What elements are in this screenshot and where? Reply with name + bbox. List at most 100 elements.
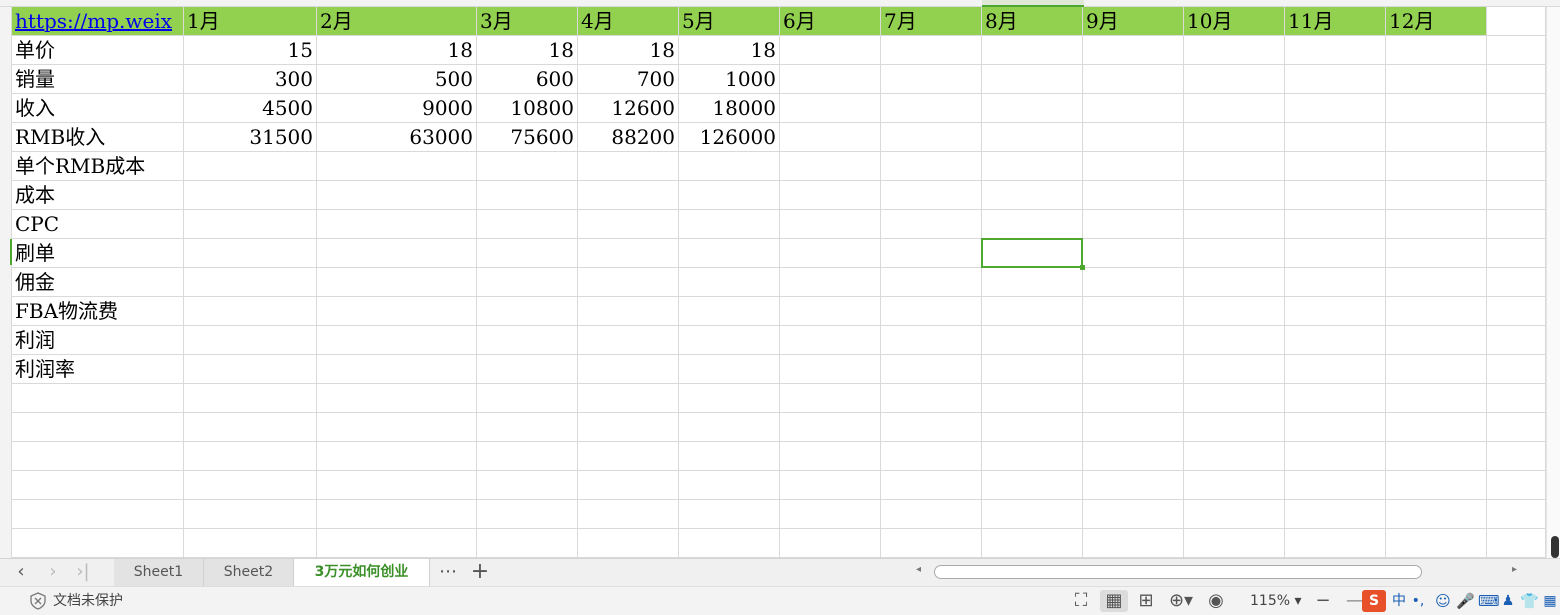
empty-cell[interactable] bbox=[578, 326, 679, 355]
empty-cell[interactable] bbox=[679, 152, 780, 181]
header-month-cell[interactable]: 12月 bbox=[1386, 7, 1487, 36]
empty-cell[interactable] bbox=[1083, 268, 1184, 297]
ime-chinese-mode-icon[interactable]: 中 bbox=[1390, 590, 1408, 612]
empty-cell[interactable] bbox=[578, 152, 679, 181]
value-cell[interactable]: 15 bbox=[184, 36, 317, 65]
value-cell[interactable]: 75600 bbox=[477, 123, 578, 152]
value-cell[interactable]: 1000 bbox=[679, 65, 780, 94]
ime-user-icon[interactable]: ♟ bbox=[1500, 590, 1516, 612]
empty-cell[interactable] bbox=[982, 65, 1083, 94]
empty-cell[interactable] bbox=[1184, 529, 1285, 558]
empty-cell[interactable] bbox=[881, 239, 982, 268]
empty-cell[interactable] bbox=[1285, 500, 1386, 529]
empty-cell[interactable] bbox=[1184, 413, 1285, 442]
empty-cell[interactable] bbox=[184, 210, 317, 239]
empty-cell[interactable] bbox=[477, 181, 578, 210]
empty-cell[interactable] bbox=[578, 471, 679, 500]
empty-cell[interactable] bbox=[578, 355, 679, 384]
sheet-grid[interactable]: https://mp.weix 1月 2月 3月 4月 5月 6月 7月 8月 9月 10月 11月 1… bbox=[12, 7, 1546, 558]
value-cell[interactable]: 18000 bbox=[679, 94, 780, 123]
empty-cell[interactable] bbox=[1285, 94, 1386, 123]
empty-cell[interactable] bbox=[1184, 326, 1285, 355]
empty-cell[interactable] bbox=[1386, 384, 1487, 413]
empty-cell[interactable] bbox=[780, 152, 881, 181]
empty-cell[interactable] bbox=[1184, 471, 1285, 500]
empty-cell[interactable] bbox=[1487, 442, 1546, 471]
empty-cell[interactable] bbox=[881, 36, 982, 65]
empty-cell[interactable] bbox=[578, 268, 679, 297]
empty-cell[interactable] bbox=[1083, 384, 1184, 413]
empty-cell[interactable] bbox=[881, 384, 982, 413]
empty-cell[interactable] bbox=[12, 442, 184, 471]
empty-cell[interactable] bbox=[982, 36, 1083, 65]
empty-cell[interactable] bbox=[1285, 529, 1386, 558]
row-header-bar[interactable] bbox=[0, 7, 12, 558]
empty-cell[interactable] bbox=[1285, 355, 1386, 384]
empty-cell[interactable] bbox=[184, 442, 317, 471]
sheet-tab-2[interactable]: Sheet2 bbox=[204, 559, 294, 586]
empty-cell[interactable] bbox=[679, 268, 780, 297]
empty-cell[interactable] bbox=[184, 181, 317, 210]
empty-cell[interactable] bbox=[12, 471, 184, 500]
header-month-cell[interactable] bbox=[1487, 7, 1546, 36]
empty-cell[interactable] bbox=[1285, 413, 1386, 442]
empty-cell[interactable] bbox=[317, 268, 477, 297]
empty-cell[interactable] bbox=[1487, 152, 1546, 181]
empty-cell[interactable] bbox=[780, 297, 881, 326]
row-label-cell[interactable]: 利润 bbox=[12, 326, 184, 355]
empty-cell[interactable] bbox=[780, 442, 881, 471]
empty-cell[interactable] bbox=[12, 500, 184, 529]
empty-cell[interactable] bbox=[184, 152, 317, 181]
empty-cell[interactable] bbox=[477, 210, 578, 239]
empty-cell[interactable] bbox=[679, 297, 780, 326]
header-month-cell[interactable]: 9月 bbox=[1083, 7, 1184, 36]
empty-cell[interactable] bbox=[1386, 239, 1487, 268]
empty-cell[interactable] bbox=[1386, 94, 1487, 123]
ime-punctuation-icon[interactable]: •, bbox=[1410, 590, 1426, 612]
vertical-scrollbar[interactable] bbox=[1546, 7, 1560, 558]
empty-cell[interactable] bbox=[1386, 123, 1487, 152]
row-label-cell[interactable]: 佣金 bbox=[12, 268, 184, 297]
header-month-cell[interactable]: 2月 bbox=[317, 7, 477, 36]
value-cell[interactable]: 126000 bbox=[679, 123, 780, 152]
ime-keyboard-icon[interactable]: ⌨ bbox=[1478, 590, 1500, 612]
selected-cell[interactable] bbox=[981, 238, 1083, 268]
empty-cell[interactable] bbox=[881, 123, 982, 152]
empty-cell[interactable] bbox=[1184, 65, 1285, 94]
empty-cell[interactable] bbox=[1285, 326, 1386, 355]
value-cell[interactable]: 12600 bbox=[578, 94, 679, 123]
prev-sheet-icon[interactable]: ‹ bbox=[10, 561, 32, 583]
empty-cell[interactable] bbox=[184, 529, 317, 558]
empty-cell[interactable] bbox=[1487, 297, 1546, 326]
empty-cell[interactable] bbox=[578, 529, 679, 558]
empty-cell[interactable] bbox=[477, 529, 578, 558]
empty-cell[interactable] bbox=[1083, 65, 1184, 94]
document-protection-status[interactable]: 文档未保护 bbox=[53, 590, 123, 612]
empty-cell[interactable] bbox=[881, 152, 982, 181]
empty-cell[interactable] bbox=[1487, 471, 1546, 500]
empty-cell[interactable] bbox=[780, 268, 881, 297]
empty-cell[interactable] bbox=[477, 268, 578, 297]
empty-cell[interactable] bbox=[184, 355, 317, 384]
ime-toolbox-icon[interactable]: ▦ bbox=[1542, 590, 1558, 612]
empty-cell[interactable] bbox=[1184, 94, 1285, 123]
header-month-cell[interactable]: 7月 bbox=[881, 7, 982, 36]
empty-cell[interactable] bbox=[1184, 268, 1285, 297]
empty-cell[interactable] bbox=[1487, 36, 1546, 65]
empty-cell[interactable] bbox=[477, 413, 578, 442]
empty-cell[interactable] bbox=[1285, 297, 1386, 326]
ime-logo-icon[interactable]: S bbox=[1362, 590, 1386, 612]
empty-cell[interactable] bbox=[1184, 355, 1285, 384]
value-cell[interactable]: 18 bbox=[679, 36, 780, 65]
sheet-tab-3[interactable]: 3万元如何创业 bbox=[294, 559, 430, 586]
empty-cell[interactable] bbox=[679, 355, 780, 384]
eye-protection-icon[interactable]: ◉ bbox=[1204, 590, 1228, 612]
empty-cell[interactable] bbox=[1386, 500, 1487, 529]
empty-cell[interactable] bbox=[184, 413, 317, 442]
empty-cell[interactable] bbox=[477, 297, 578, 326]
empty-cell[interactable] bbox=[1386, 442, 1487, 471]
value-cell[interactable]: 18 bbox=[477, 36, 578, 65]
empty-cell[interactable] bbox=[1386, 210, 1487, 239]
row-label-cell[interactable]: 单价 bbox=[12, 36, 184, 65]
empty-cell[interactable] bbox=[1184, 181, 1285, 210]
